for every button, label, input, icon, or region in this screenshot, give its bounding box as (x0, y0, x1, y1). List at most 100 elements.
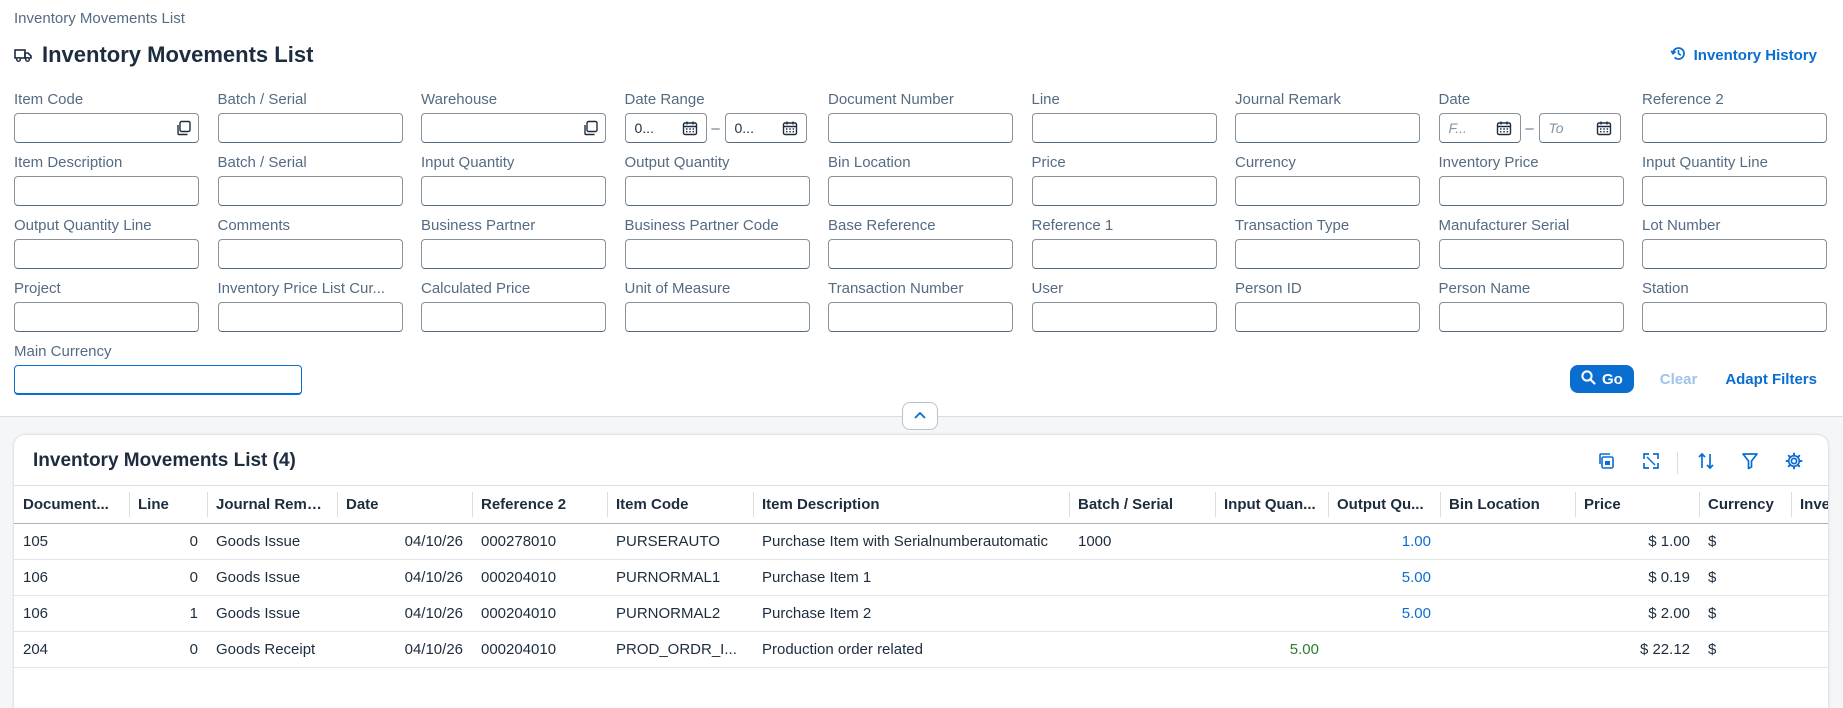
column-header[interactable]: Bin Location (1440, 485, 1575, 524)
value-help-icon[interactable] (583, 120, 599, 136)
table-cell: PURNORMAL2 (607, 595, 753, 632)
filter-input[interactable] (1235, 176, 1420, 206)
date-to-input[interactable]: To (1538, 113, 1621, 143)
filter-input[interactable] (828, 302, 1013, 332)
filter-input[interactable] (421, 113, 606, 143)
filter-input[interactable] (1235, 113, 1420, 143)
filter-input[interactable] (217, 113, 403, 143)
breadcrumb[interactable]: Inventory Movements List (14, 10, 185, 27)
table-cell: 000204010 (472, 559, 607, 596)
clear-button[interactable]: Clear (1660, 371, 1698, 388)
filter-input[interactable] (828, 176, 1013, 206)
filter-input[interactable] (14, 302, 199, 332)
filter-input[interactable] (1438, 239, 1624, 269)
filter-input[interactable] (1031, 113, 1217, 143)
table-row[interactable]: 106 1 Goods Issue 04/10/26 000204010 PURNORMA… (14, 595, 1828, 632)
inventory-history-link[interactable]: Inventory History (1670, 45, 1817, 66)
filter-field: Journal Remark (1235, 91, 1420, 154)
filter-input[interactable] (624, 302, 810, 332)
filter-field: Output Quantity (624, 154, 810, 217)
date-to-input[interactable]: 0... (724, 113, 807, 143)
filter-label: Business Partner (421, 217, 536, 234)
column-header[interactable]: Price (1575, 485, 1699, 524)
column-header[interactable]: Inve (1791, 485, 1828, 524)
filter-field: Lot Number (1642, 217, 1827, 280)
table-row[interactable]: 204 0 Goods Receipt 04/10/26 000204010 PROD_O… (14, 631, 1828, 668)
filter-label: Date (1438, 91, 1471, 108)
table-cell: Purchase Item 2 (753, 595, 1069, 632)
column-header[interactable]: Line (129, 485, 207, 524)
filter-input[interactable] (1642, 176, 1827, 206)
calendar-icon[interactable] (1596, 120, 1612, 136)
value-help-icon[interactable] (176, 120, 192, 136)
calendar-icon[interactable] (682, 120, 698, 136)
fullscreen-button[interactable] (1635, 449, 1667, 477)
filter-field: Person Name (1438, 280, 1624, 343)
filter-field: Business Partner (421, 217, 606, 280)
filter-field: Calculated Price (421, 280, 606, 343)
filter-input[interactable] (14, 176, 199, 206)
column-header[interactable]: Item Description (753, 485, 1069, 524)
filter-input[interactable] (217, 239, 403, 269)
filter-input[interactable] (1438, 302, 1624, 332)
date-from-input[interactable]: F... (1438, 113, 1521, 143)
table-card: Inventory Movements List (4) Document...… (13, 434, 1829, 708)
adapt-filters-button[interactable]: Adapt Filters (1725, 371, 1817, 388)
settings-button[interactable] (1778, 449, 1810, 477)
filter-input[interactable] (14, 113, 199, 143)
sort-button[interactable] (1690, 449, 1722, 477)
inventory-history-label: Inventory History (1693, 47, 1817, 64)
column-header[interactable]: Currency (1699, 485, 1791, 524)
filter-label: Business Partner Code (624, 217, 779, 234)
filter-button[interactable] (1734, 449, 1766, 477)
export-icon (1598, 452, 1616, 475)
table-cell: 1000 (1069, 523, 1215, 560)
filter-input[interactable] (421, 239, 606, 269)
column-header[interactable]: Journal Remark (207, 485, 337, 524)
filter-label: Journal Remark (1235, 91, 1341, 108)
filter-input[interactable] (1031, 302, 1217, 332)
filter-input[interactable] (14, 239, 199, 269)
filter-input[interactable] (828, 113, 1013, 143)
column-header[interactable]: Reference 2 (472, 485, 607, 524)
calendar-icon[interactable] (782, 120, 798, 136)
table-cell: 04/10/26 (337, 559, 472, 596)
history-icon (1670, 45, 1687, 66)
filter-input[interactable] (624, 176, 810, 206)
page-title: Inventory Movements List (42, 42, 314, 67)
filter-input[interactable] (1235, 239, 1420, 269)
export-button[interactable] (1591, 449, 1623, 477)
filter-label: Line (1031, 91, 1060, 108)
filter-input[interactable] (1642, 302, 1827, 332)
filter-input[interactable] (624, 239, 810, 269)
filter-input[interactable] (1031, 176, 1217, 206)
filter-input[interactable] (1438, 176, 1624, 206)
filter-label: Price (1031, 154, 1066, 171)
filter-field: Document Number (828, 91, 1013, 154)
filter-input[interactable] (1642, 239, 1827, 269)
calendar-icon[interactable] (1496, 120, 1512, 136)
column-header[interactable]: Output Qu... (1328, 485, 1440, 524)
filter-input[interactable] (828, 239, 1013, 269)
go-button[interactable]: Go (1569, 365, 1634, 393)
table-row[interactable]: 105 0 Goods Issue 04/10/26 000278010 PURSERAU… (14, 523, 1828, 560)
column-header[interactable]: Input Quan... (1215, 485, 1328, 524)
main-currency-input[interactable] (14, 365, 302, 395)
collapse-header-button[interactable] (902, 402, 938, 430)
filter-input[interactable] (421, 302, 606, 332)
column-header[interactable]: Item Code (607, 485, 753, 524)
filter-input[interactable] (1642, 113, 1827, 143)
filter-input[interactable] (1031, 239, 1217, 269)
filter-input[interactable] (1235, 302, 1420, 332)
table-row[interactable]: 106 0 Goods Issue 04/10/26 000204010 PURNORMA… (14, 559, 1828, 596)
filter-input[interactable] (217, 176, 403, 206)
date-from-input[interactable]: 0... (624, 113, 707, 143)
filter-input[interactable] (421, 176, 606, 206)
filter-field: User (1031, 280, 1217, 343)
column-header[interactable]: Date (337, 485, 472, 524)
filter-field: Batch / Serial (217, 154, 403, 217)
movements-table: Document... Line Journal Remark Date Ref… (14, 485, 1828, 668)
column-header[interactable]: Document... (14, 485, 129, 524)
column-header[interactable]: Batch / Serial (1069, 485, 1215, 524)
filter-input[interactable] (217, 302, 403, 332)
